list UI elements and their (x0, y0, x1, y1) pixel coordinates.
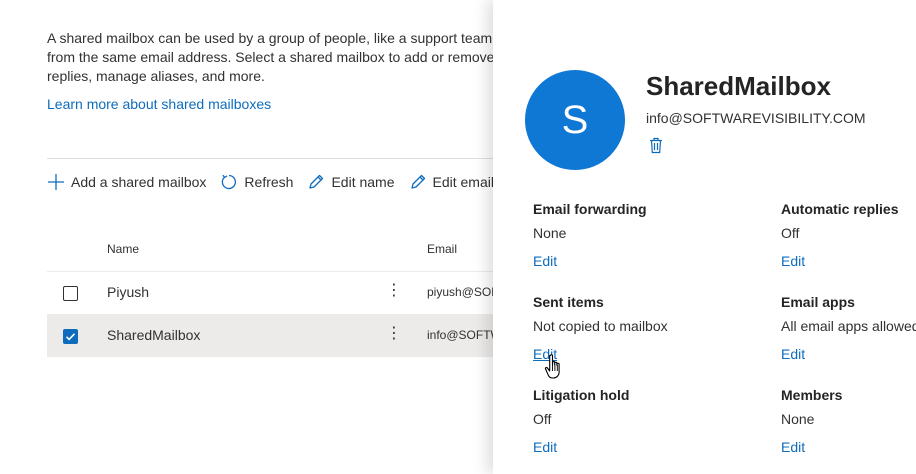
members-value: None (781, 411, 815, 427)
column-header-email[interactable]: Email (427, 242, 457, 256)
plus-icon (48, 174, 64, 190)
learn-more-link[interactable]: Learn more about shared mailboxes (47, 96, 271, 112)
delete-mailbox-button[interactable] (649, 137, 663, 159)
description-line: from the same email address. Select a sh… (47, 49, 495, 65)
email-forwarding-label: Email forwarding (533, 201, 647, 217)
litigation-hold-value: Off (533, 411, 552, 427)
email-apps-label: Email apps (781, 294, 855, 310)
litigation-hold-label: Litigation hold (533, 387, 630, 403)
automatic-replies-edit-link[interactable]: Edit (781, 253, 805, 269)
page-description: A shared mailbox can be used by a group … (47, 29, 517, 86)
mailbox-details-panel: S SharedMailbox info@SOFTWAREVISIBILITY.… (493, 0, 916, 474)
edit-email-label: Edit email (432, 174, 494, 190)
table-row[interactable]: Piyush ⋮ piyush@SOFTWAREVISIBILITY.COM (47, 272, 507, 314)
pencil-icon (410, 174, 425, 189)
toolbar: Add a shared mailbox Refresh Edit name E… (47, 170, 508, 194)
refresh-button[interactable]: Refresh (220, 173, 293, 191)
row-email: info@SOFTWAREVISIBILITY.COM (427, 328, 493, 342)
more-actions-icon[interactable]: ⋮ (386, 281, 402, 301)
trash-icon (650, 137, 662, 154)
edit-name-button[interactable]: Edit name (307, 173, 395, 191)
table-row[interactable]: SharedMailbox ⋮ info@SOFTWAREVISIBILITY.… (47, 315, 507, 357)
avatar: S (525, 70, 625, 170)
column-header-name[interactable]: Name (107, 242, 139, 256)
email-forwarding-edit-link[interactable]: Edit (533, 253, 557, 269)
members-label: Members (781, 387, 843, 403)
checkmark-icon (65, 333, 76, 341)
row-name[interactable]: SharedMailbox (107, 327, 200, 343)
email-forwarding-value: None (533, 225, 567, 241)
refresh-icon (222, 174, 237, 190)
row-checkbox[interactable] (63, 286, 78, 301)
panel-title: SharedMailbox (646, 71, 831, 101)
panel-email: info@SOFTWAREVISIBILITY.COM (646, 110, 866, 126)
edit-email-button[interactable]: Edit email (409, 173, 494, 191)
description-line: A shared mailbox can be used by a group … (47, 30, 497, 46)
row-checkbox[interactable] (63, 329, 78, 344)
automatic-replies-label: Automatic replies (781, 201, 899, 217)
sent-items-label: Sent items (533, 294, 604, 310)
row-name[interactable]: Piyush (107, 284, 149, 300)
sent-items-value: Not copied to mailbox (533, 318, 668, 334)
more-actions-icon[interactable]: ⋮ (386, 324, 402, 344)
edit-name-label: Edit name (331, 174, 395, 190)
automatic-replies-value: Off (781, 225, 800, 241)
row-email: piyush@SOFTWAREVISIBILITY.COM (427, 285, 493, 299)
email-apps-value: All email apps allowed (781, 318, 916, 334)
email-apps-edit-link[interactable]: Edit (781, 346, 805, 362)
litigation-hold-edit-link[interactable]: Edit (533, 439, 557, 455)
members-edit-link[interactable]: Edit (781, 439, 805, 455)
add-shared-mailbox-label: Add a shared mailbox (71, 174, 207, 190)
toolbar-divider (47, 158, 507, 159)
hand-pointer-icon (544, 353, 564, 386)
pencil-icon (309, 174, 324, 189)
refresh-label: Refresh (244, 174, 294, 190)
description-line: replies, manage aliases, and more. (47, 68, 265, 84)
add-shared-mailbox-button[interactable]: Add a shared mailbox (47, 173, 206, 191)
